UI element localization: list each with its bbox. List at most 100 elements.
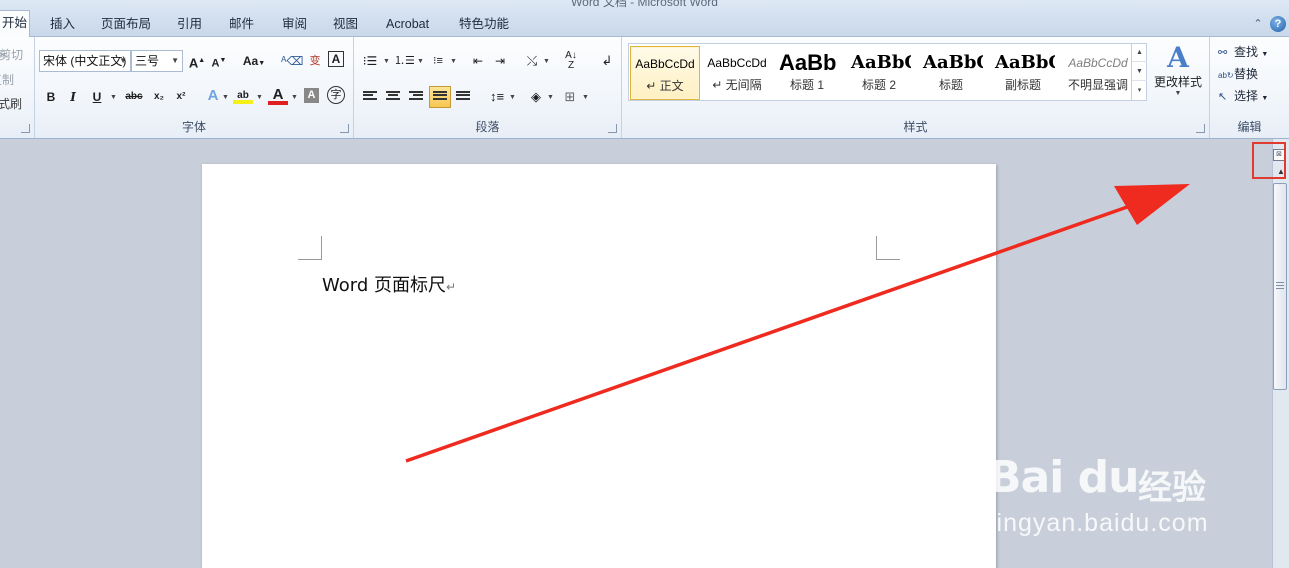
increase-indent-icon[interactable]: ⇥ (490, 51, 510, 71)
ribbon-tab-bar: Word 文档 - Microsoft Word 开始 插入 页面布局 引用 邮… (0, 0, 1289, 38)
tab-insert[interactable]: 插入 (48, 15, 77, 35)
document-text[interactable]: Word 页面标尺↵ (322, 271, 456, 297)
margin-corner-top-right (876, 236, 900, 260)
sort-icon[interactable]: A↓ Z (561, 51, 581, 71)
style-heading-1[interactable]: AaBb 标题 1 (775, 46, 839, 100)
change-styles-button[interactable]: A 更改样式 ▼ (1152, 43, 1204, 105)
align-center-button[interactable] (383, 87, 403, 107)
tab-review[interactable]: 审阅 (280, 15, 309, 35)
phonetic-guide-icon[interactable]: 变 (305, 51, 325, 71)
baidu-watermark-jingyan: 经验 (1138, 469, 1206, 507)
subscript-button[interactable]: x₂ (149, 87, 169, 107)
editing-group-label: 编辑 (1237, 120, 1262, 134)
clipboard-launcher-icon[interactable] (21, 124, 30, 133)
borders-dropdown-icon[interactable]: ▼ (582, 94, 589, 101)
style-no-spacing[interactable]: AaBbCcDd ↵ 无间隔 (702, 46, 772, 100)
multilevel-list-icon[interactable]: ⁝≡ (428, 51, 448, 71)
char-shading-button[interactable]: A (304, 88, 319, 103)
multilevel-dropdown-icon[interactable]: ▼ (450, 58, 457, 65)
highlight-icon[interactable]: ab (233, 86, 253, 104)
ribbon: ✂剪切 复制 格式刷 宋体 (中文正文)▼ 三号▼ A▲ A▼ Aa▼ ᴬ⌫ 变… (0, 37, 1289, 139)
text-effects-icon[interactable]: A (203, 86, 223, 106)
line-spacing-dropdown-icon[interactable]: ▼ (509, 94, 516, 101)
replace-icon: ab↻ (1218, 71, 1234, 80)
justify-button[interactable] (429, 86, 451, 108)
gallery-up-icon[interactable]: ▲ (1132, 43, 1147, 62)
format-painter-button[interactable]: 格式刷 (0, 95, 22, 112)
bold-button[interactable]: B (41, 87, 61, 107)
numbering-dropdown-icon[interactable]: ▼ (417, 58, 424, 65)
minimize-ribbon-icon[interactable]: ⌃ (1250, 16, 1266, 32)
tab-view[interactable]: 视图 (331, 15, 360, 35)
align-right-button[interactable] (406, 87, 426, 107)
cut-button[interactable]: ✂剪切 (0, 46, 23, 63)
text-direction-dropdown-icon[interactable]: ▼ (543, 58, 550, 65)
binoculars-icon: ⚯ (1218, 47, 1228, 59)
font-name-combo[interactable]: 宋体 (中文正文) ▼ (39, 50, 131, 72)
underline-dropdown-icon[interactable]: ▼ (110, 94, 117, 101)
bullets-icon[interactable]: ⁝☰ (360, 51, 380, 71)
bullets-dropdown-icon[interactable]: ▼ (383, 58, 390, 65)
gallery-more-icon[interactable]: ▾ (1132, 81, 1147, 100)
text-effects-dropdown-icon[interactable]: ▼ (222, 94, 229, 101)
gallery-down-icon[interactable]: ▼ (1132, 62, 1147, 81)
strikethrough-button[interactable]: abc (121, 87, 147, 107)
style-title[interactable]: AaBbC 标题 (919, 46, 983, 100)
font-color-dropdown-icon[interactable]: ▼ (291, 94, 298, 101)
decrease-indent-icon[interactable]: ⇤ (468, 51, 488, 71)
window-title: Word 文档 - Microsoft Word (571, 0, 718, 9)
change-styles-dropdown-icon: ▼ (1174, 90, 1182, 97)
italic-button[interactable]: I (63, 87, 83, 107)
tab-home[interactable]: 开始 (0, 10, 30, 38)
line-spacing-icon[interactable]: ↕≡ (487, 87, 507, 107)
tab-special-features[interactable]: 特色功能 (457, 15, 511, 35)
clear-format-icon[interactable]: ᴬ⌫ (281, 51, 303, 71)
highlight-dropdown-icon[interactable]: ▼ (256, 94, 263, 101)
style-normal[interactable]: AaBbCcDd ↵ 正文 (630, 46, 700, 100)
text-direction-icon[interactable]: ⤯ (522, 51, 542, 71)
shading-icon[interactable]: ◈ (526, 87, 546, 107)
find-button[interactable]: ⚯ 查找 ▼ (1218, 43, 1268, 60)
font-size-combo[interactable]: 三号 ▼ (131, 50, 183, 72)
superscript-button[interactable]: x² (171, 87, 191, 107)
change-case-button[interactable]: Aa▼ (240, 51, 268, 71)
styles-group-label: 样式 (903, 120, 928, 134)
document-page[interactable]: Word 页面标尺↵ (202, 164, 996, 568)
tab-references[interactable]: 引用 (175, 15, 204, 35)
margin-corner-top-left (298, 236, 322, 260)
tab-mailings[interactable]: 邮件 (227, 15, 256, 35)
font-launcher-icon[interactable] (340, 124, 349, 133)
show-marks-icon[interactable]: ↲ (597, 51, 617, 71)
styles-gallery-scroll[interactable]: ▲ ▼ ▾ (1131, 43, 1147, 101)
paragraph-launcher-icon[interactable] (608, 124, 617, 133)
styles-gallery: AaBbCcDd ↵ 正文 AaBbCcDd ↵ 无间隔 AaBb 标题 1 A… (628, 43, 1147, 101)
enclose-char-button[interactable]: 字 (327, 86, 345, 104)
grow-font-button[interactable]: A▲ (187, 51, 207, 71)
font-color-button[interactable]: A (268, 85, 288, 105)
distributed-button[interactable] (453, 87, 473, 107)
numbering-icon[interactable]: ⒈☰ (394, 51, 415, 71)
tab-page-layout[interactable]: 页面布局 (99, 15, 153, 35)
styles-launcher-icon[interactable] (1196, 124, 1205, 133)
paragraph-group-label: 段落 (475, 120, 500, 134)
align-left-button[interactable] (360, 87, 380, 107)
paragraph-mark: ↵ (446, 280, 457, 294)
help-icon[interactable]: ? (1270, 16, 1286, 32)
change-styles-icon: A (1167, 41, 1189, 74)
borders-icon[interactable]: ⊞ (560, 87, 580, 107)
shading-dropdown-icon[interactable]: ▼ (547, 94, 554, 101)
tab-acrobat[interactable]: Acrobat (384, 15, 431, 35)
copy-button[interactable]: 复制 (0, 71, 14, 88)
style-subtitle[interactable]: AaBbC 副标题 (991, 46, 1055, 100)
shrink-font-button[interactable]: A▼ (209, 51, 229, 71)
underline-button[interactable]: U (87, 87, 107, 107)
scrollbar-grip-icon (1276, 282, 1284, 291)
baidu-watermark-url: jingyan.baidu.com (990, 509, 1209, 537)
baidu-watermark-logo: Bai du (988, 452, 1139, 503)
paragraph-group: ⁝☰ ▼ ⒈☰ ▼ ⁝≡ ▼ ⇤ ⇥ ⤯ ▼ A↓ Z ↲ ↕≡ ▼ ◈ ▼ ⊞ … (354, 37, 622, 138)
style-subtle-emphasis[interactable]: AaBbCcDd 不明显强调 (1063, 46, 1133, 100)
style-heading-2[interactable]: AaBbC 标题 2 (847, 46, 911, 100)
char-border-icon[interactable]: A (328, 51, 344, 67)
select-button[interactable]: ↖ 选择 ▼ (1218, 87, 1268, 104)
replace-button[interactable]: ab↻替换 (1218, 65, 1258, 82)
